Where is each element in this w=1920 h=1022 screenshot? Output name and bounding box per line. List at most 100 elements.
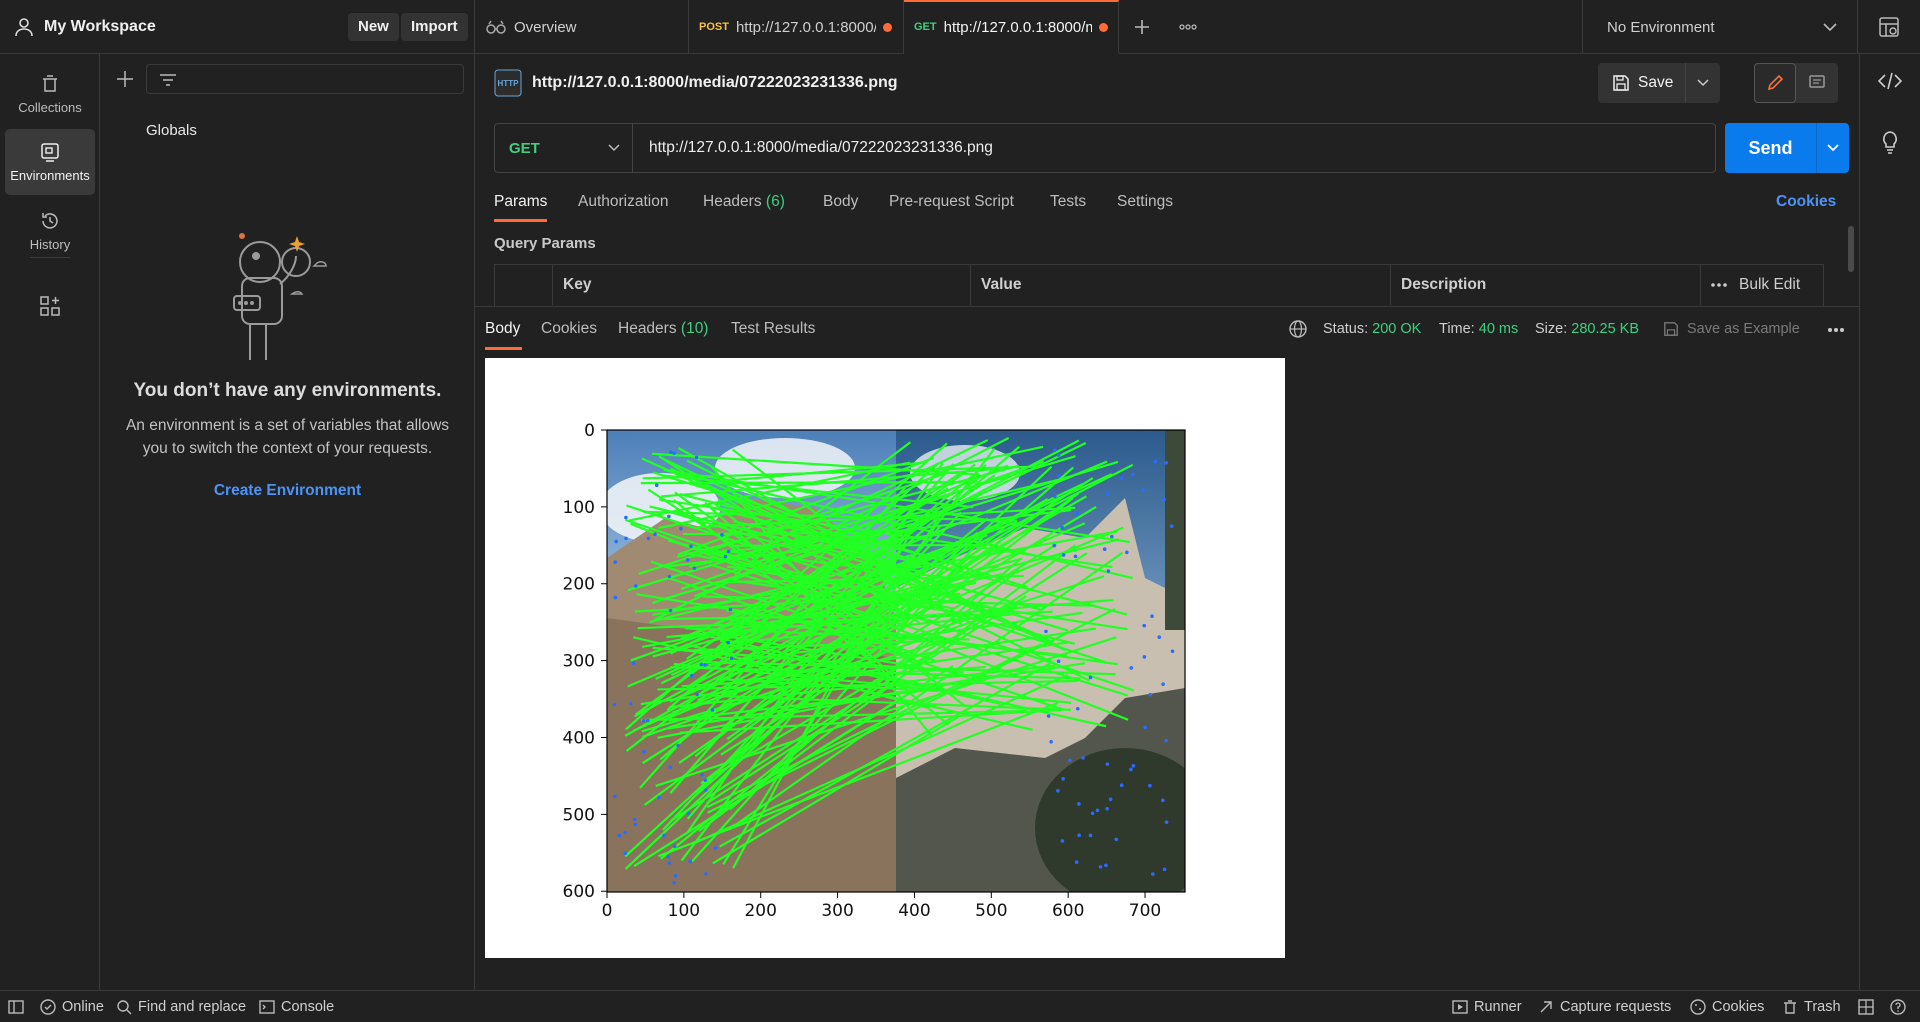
code-icon[interactable] — [1878, 72, 1902, 90]
tab-authorization[interactable]: Authorization — [578, 193, 668, 211]
column-header-value: Value — [971, 265, 1391, 305]
rail-item-environments[interactable]: Environments — [5, 129, 95, 195]
response-tab-headers[interactable]: Headers (10) — [618, 320, 708, 338]
user-icon — [14, 17, 34, 37]
rail-item-history[interactable]: History — [5, 199, 95, 263]
runner-icon — [1452, 999, 1468, 1015]
status-bar: Online Find and replace Console Runner C… — [0, 990, 1920, 1022]
empty-state-title: You don’t have any environments. — [133, 380, 442, 401]
runner-button[interactable]: Runner — [1452, 999, 1522, 1015]
comments-button[interactable] — [1796, 63, 1838, 103]
left-rail: Collections Environments History — [0, 54, 100, 990]
time-value: 40 ms — [1478, 321, 1519, 337]
cookies-button[interactable]: Cookies — [1690, 999, 1764, 1015]
tab-tests[interactable]: Tests — [1050, 193, 1086, 211]
ellipsis-icon — [1179, 24, 1197, 30]
y-tick-label: 500 — [563, 805, 595, 825]
filter-input[interactable] — [146, 64, 464, 94]
query-params-table: Key Value Description Bulk Edit — [494, 264, 1824, 306]
toggle-sidebar-icon[interactable] — [8, 999, 24, 1015]
method-select[interactable]: GET — [495, 124, 633, 172]
request-tabs: Overview POST http://127.0.0.1:8000/u GE… — [474, 0, 1211, 54]
new-button[interactable]: New — [348, 13, 399, 41]
filter-icon — [159, 73, 177, 87]
tab-params[interactable]: Params — [494, 193, 547, 211]
response-image-preview: 0 100 200 300 400 500 600 0 100 200 300 400 500 600 7… — [485, 358, 1285, 958]
y-tick-label: 100 — [563, 498, 595, 518]
globe-icon[interactable] — [1288, 319, 1308, 339]
environment-value: No Environment — [1607, 18, 1715, 36]
send-options-button[interactable] — [1817, 123, 1849, 173]
tab-body[interactable]: Body — [823, 193, 858, 211]
x-tick-label: 300 — [821, 901, 853, 921]
ellipsis-icon[interactable] — [1711, 283, 1727, 287]
bulk-edit-button[interactable]: Bulk Edit — [1739, 276, 1800, 294]
globals-item[interactable]: Globals — [146, 122, 197, 139]
console-button[interactable]: Console — [259, 999, 334, 1015]
send-button[interactable]: Send — [1725, 123, 1817, 173]
comment-icon — [1808, 74, 1826, 92]
cookie-icon — [1690, 999, 1706, 1015]
svg-text:HTTP: HTTP — [498, 79, 520, 88]
ellipsis-icon[interactable] — [1827, 327, 1845, 333]
overview-icon — [485, 19, 507, 35]
tab-label: http://127.0.0.1:8000/u — [735, 18, 876, 36]
column-header-description: Description — [1391, 265, 1701, 305]
rail-label: History — [29, 236, 71, 252]
trash-button[interactable]: Trash — [1782, 999, 1841, 1015]
x-tick-label: 600 — [1052, 901, 1084, 921]
response-tab-cookies[interactable]: Cookies — [541, 320, 597, 338]
top-bar: My Workspace New Import Overview POST ht… — [0, 0, 1920, 54]
rail-item-collections[interactable]: Collections — [5, 62, 95, 126]
feature-matching-plot: 0 100 200 300 400 500 600 0 100 200 300 400 500 600 7… — [563, 421, 1186, 921]
http-icon: HTTP — [494, 69, 522, 97]
cookies-link[interactable]: Cookies — [1776, 193, 1836, 211]
active-tab-indicator — [485, 347, 522, 350]
capture-label: Capture requests — [1560, 999, 1672, 1015]
tab-settings[interactable]: Settings — [1117, 193, 1173, 211]
rail-label: Collections — [18, 99, 82, 115]
capture-requests-button[interactable]: Capture requests — [1538, 999, 1671, 1015]
edit-mode-button[interactable] — [1754, 63, 1796, 103]
online-status[interactable]: Online — [40, 999, 104, 1015]
tab-headers[interactable]: Headers (6) — [703, 193, 785, 211]
help-icon[interactable] — [1890, 999, 1906, 1015]
environment-select[interactable]: No Environment — [1582, 0, 1858, 54]
response-tab-test-results[interactable]: Test Results — [731, 320, 815, 338]
request-scrollbar[interactable] — [1848, 226, 1854, 272]
astronaut-illustration-icon — [220, 214, 360, 364]
y-tick-label: 200 — [563, 575, 595, 595]
add-environment-icon[interactable] — [116, 70, 134, 88]
online-label: Online — [62, 999, 104, 1015]
chevron-down-icon — [1827, 144, 1839, 152]
tab-get-request[interactable]: GET http://127.0.0.1:8000/m — [904, 0, 1119, 54]
import-button[interactable]: Import — [401, 13, 468, 41]
new-tab-button[interactable] — [1119, 0, 1165, 54]
y-tick-label: 600 — [563, 882, 595, 902]
trash-label: Trash — [1804, 999, 1841, 1015]
workspace-switcher[interactable]: My Workspace — [14, 14, 156, 40]
tab-overview[interactable]: Overview — [474, 0, 689, 54]
tab-label: Overview — [514, 18, 577, 36]
x-axis-ticks: 0 100 200 300 400 500 600 700 — [602, 892, 1161, 921]
x-tick-label: 0 — [602, 901, 613, 921]
active-tab-indicator — [494, 219, 547, 222]
add-app-icon[interactable] — [40, 296, 60, 316]
x-tick-label: 700 — [1129, 901, 1161, 921]
response-tab-body[interactable]: Body — [485, 320, 520, 338]
create-environment-link[interactable]: Create Environment — [100, 482, 475, 500]
layout-icon[interactable] — [1858, 999, 1874, 1015]
more-tabs-button[interactable] — [1165, 0, 1211, 54]
trash-can-collection-icon — [40, 74, 60, 94]
find-replace-button[interactable]: Find and replace — [116, 999, 246, 1015]
tab-post-request[interactable]: POST http://127.0.0.1:8000/u — [689, 0, 904, 54]
tab-pre-request-script[interactable]: Pre-request Script — [889, 193, 1014, 211]
environment-quick-look-icon[interactable] — [1878, 16, 1900, 38]
url-input[interactable]: http://127.0.0.1:8000/media/072220232313… — [633, 139, 993, 157]
save-button[interactable]: Save — [1598, 63, 1686, 103]
console-label: Console — [281, 999, 335, 1015]
lightbulb-icon[interactable] — [1880, 130, 1900, 154]
save-as-example-button[interactable]: Save as Example — [1663, 321, 1800, 337]
save-options-button[interactable] — [1686, 63, 1720, 103]
status-readout: Status: 200 OK — [1323, 321, 1421, 337]
